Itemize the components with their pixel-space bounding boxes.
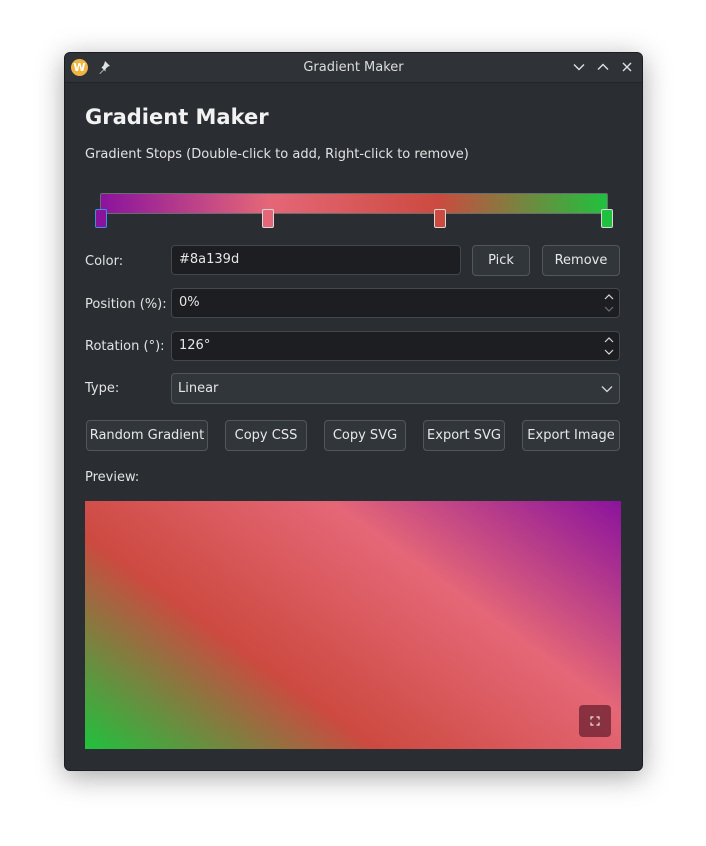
spin-arrows-icon[interactable] [604,336,614,356]
preview-label: Preview: [85,470,140,485]
position-label: Position (%): [85,297,167,312]
remove-button[interactable]: Remove [542,245,620,276]
position-spinbox[interactable]: 0% [171,288,620,318]
maximize-icon[interactable] [596,60,610,74]
color-label: Color: [85,254,124,269]
gradient-stop-handle[interactable] [261,209,274,228]
fullscreen-button[interactable] [579,705,611,737]
gradient-stop-handle[interactable] [601,209,613,228]
spin-arrows-icon[interactable] [604,293,614,313]
window-title: Gradient Maker [303,60,404,75]
page-title: Gradient Maker [85,105,269,129]
title-bar[interactable]: W Gradient Maker [65,53,642,83]
export-image-button[interactable]: Export Image [522,420,620,451]
fullscreen-icon [590,716,600,726]
gradient-stops-label: Gradient Stops (Double-click to add, Rig… [85,147,469,162]
rotation-value: 126° [179,338,211,353]
rotation-spinbox[interactable]: 126° [171,331,620,361]
app-window: W Gradient Maker Gradient Maker Gradient… [64,52,643,771]
position-value: 0% [179,295,200,310]
color-input[interactable]: #8a139d [171,245,461,275]
random-gradient-button[interactable]: Random Gradient [86,420,208,451]
gradient-preview [85,501,621,749]
type-label: Type: [85,381,120,396]
minimize-icon[interactable] [572,60,586,74]
gradient-stop-handle[interactable] [434,209,447,228]
gradient-stop-handle[interactable] [95,209,107,228]
export-svg-button[interactable]: Export SVG [423,420,505,451]
type-dropdown[interactable]: Linear [171,373,620,404]
gradient-stops-bar[interactable] [100,193,608,214]
close-icon[interactable] [620,60,634,74]
chevron-down-icon [601,386,613,393]
rotation-label: Rotation (°): [85,339,165,354]
main-content: Gradient Maker Gradient Stops (Double-cl… [65,83,642,770]
type-value: Linear [178,381,219,396]
copy-css-button[interactable]: Copy CSS [225,420,307,451]
copy-svg-button[interactable]: Copy SVG [324,420,406,451]
pick-button[interactable]: Pick [472,245,530,276]
